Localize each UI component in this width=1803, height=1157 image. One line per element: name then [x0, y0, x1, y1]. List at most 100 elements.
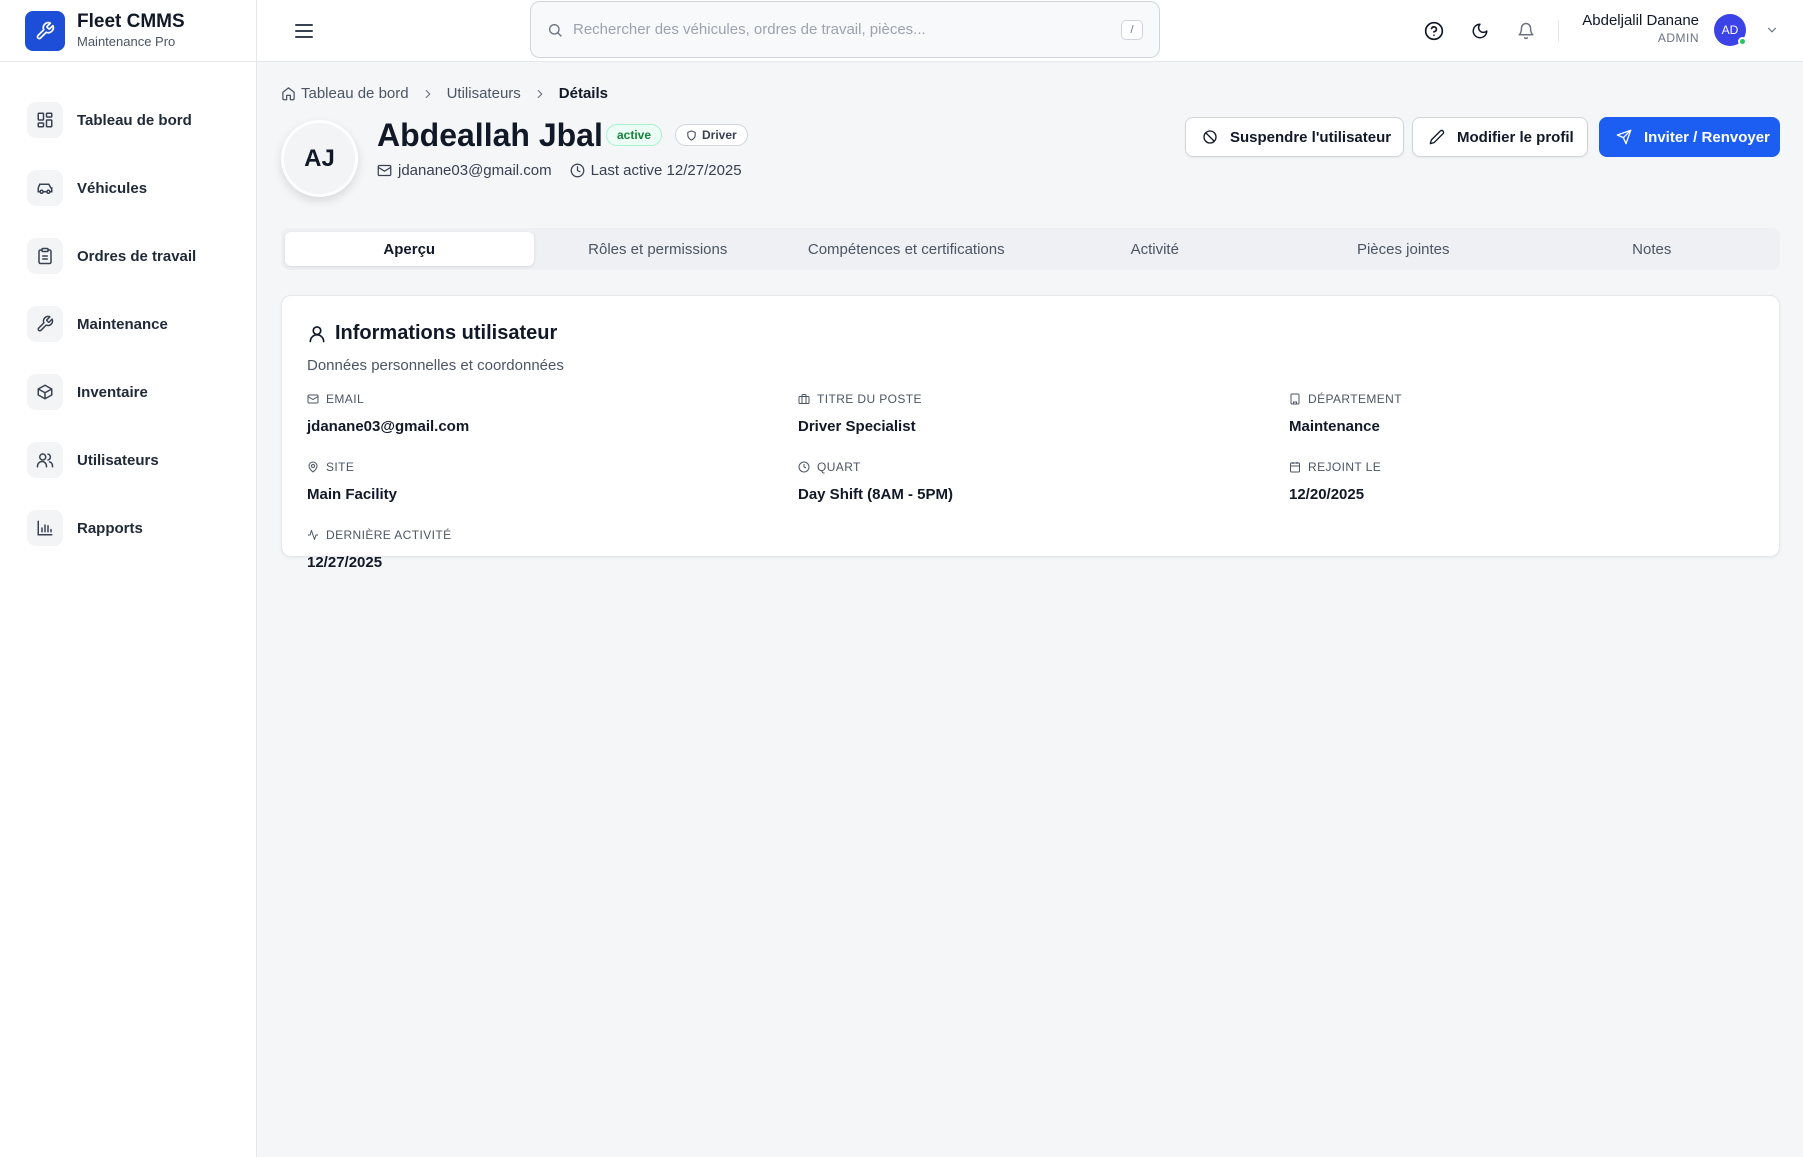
field-value: Main Facility	[307, 486, 398, 503]
profile-initials: AJ	[304, 144, 335, 172]
shield-icon	[686, 129, 697, 141]
tab-overview[interactable]: Aperçu	[285, 232, 534, 266]
tab-activity[interactable]: Activité	[1031, 232, 1280, 266]
tab-skills-certifications[interactable]: Compétences et certifications	[782, 232, 1031, 266]
clock-icon	[798, 461, 810, 473]
role-badge-label: Driver	[702, 128, 737, 142]
wrench-logo-icon	[25, 10, 65, 51]
card-subtitle: Données personnelles et coordonnées	[307, 357, 564, 374]
tab-attachments[interactable]: Pièces jointes	[1279, 232, 1528, 266]
sidebar-item-label: Ordres de travail	[77, 247, 197, 265]
tab-roles-permissions[interactable]: Rôles et permissions	[534, 232, 783, 266]
user-menu[interactable]: Abdeljalil Danane ADMIN	[1582, 11, 1699, 47]
status-badge: active	[606, 124, 663, 146]
sidebar-item-vehicles[interactable]: Véhicules	[27, 164, 256, 212]
sidebar-item-maintenance[interactable]: Maintenance	[27, 300, 256, 348]
sidebar-item-inventory[interactable]: Inventaire	[27, 368, 256, 416]
pencil-icon	[1429, 129, 1445, 145]
activity-icon	[307, 529, 319, 541]
sidebar: Fleet CMMS Maintenance Pro Tableau de bo…	[0, 0, 257, 1157]
dark-mode-icon[interactable]	[1467, 18, 1493, 44]
sidebar-item-label: Tableau de bord	[77, 111, 192, 129]
search-input[interactable]	[573, 21, 1121, 38]
field-label: TITRE DU POSTE	[817, 392, 922, 406]
field-department: DÉPARTEMENT Maintenance	[1289, 391, 1402, 435]
sidebar-item-label: Maintenance	[77, 315, 168, 333]
page-title: Abdeallah Jbal	[377, 117, 603, 153]
field-shift: QUART Day Shift (8AM - 5PM)	[798, 459, 953, 503]
field-job-title: TITRE DU POSTE Driver Specialist	[798, 391, 922, 435]
clipboard-icon	[27, 238, 63, 274]
profile-email[interactable]: jdanane03@gmail.com	[398, 162, 552, 179]
sidebar-item-work-orders[interactable]: Ordres de travail	[27, 232, 256, 280]
bell-icon[interactable]	[1513, 18, 1539, 44]
breadcrumb-current: Détails	[558, 85, 608, 102]
breadcrumb-users[interactable]: Utilisateurs	[447, 85, 521, 102]
map-pin-icon	[307, 461, 319, 473]
field-value: Maintenance	[1289, 418, 1380, 435]
ban-icon	[1202, 129, 1218, 145]
chevron-down-icon[interactable]	[1765, 23, 1779, 37]
invite-resend-button[interactable]: Inviter / Renvoyer	[1599, 117, 1780, 157]
field-value: Driver Specialist	[798, 418, 916, 435]
field-site: SITE Main Facility	[307, 459, 397, 503]
chevron-right-icon	[533, 87, 547, 101]
suspend-user-label: Suspendre l'utilisateur	[1230, 128, 1392, 146]
tab-bar: Aperçu Rôles et permissions Compétences …	[281, 228, 1780, 270]
send-icon	[1616, 129, 1632, 145]
wrench-icon	[27, 306, 63, 342]
sidebar-item-dashboard[interactable]: Tableau de bord	[27, 96, 256, 144]
calendar-icon	[1289, 461, 1301, 473]
dashboard-icon	[27, 102, 63, 138]
user-avatar[interactable]: AD	[1714, 14, 1747, 46]
field-value: jdanane03@gmail.com	[307, 418, 470, 435]
field-label: DÉPARTEMENT	[1308, 392, 1402, 406]
mail-icon	[307, 393, 319, 405]
field-value: 12/20/2025	[1289, 486, 1365, 503]
edit-profile-label: Modifier le profil	[1457, 128, 1574, 146]
breadcrumb: Tableau de bord Utilisateurs Détails	[281, 85, 608, 102]
field-joined: REJOINT LE 12/20/2025	[1289, 459, 1381, 503]
building-icon	[1289, 393, 1301, 405]
field-label: EMAIL	[326, 392, 365, 406]
briefcase-icon	[798, 393, 810, 405]
sidebar-item-label: Rapports	[77, 519, 143, 537]
online-status-dot	[1738, 37, 1747, 46]
top-header: / Abdeljalil Danane ADMIN AD	[257, 0, 1803, 62]
card-title: Informations utilisateur	[307, 322, 557, 345]
suspend-user-button[interactable]: Suspendre l'utilisateur	[1185, 117, 1404, 157]
help-icon[interactable]	[1421, 18, 1447, 44]
sidebar-item-reports[interactable]: Rapports	[27, 504, 256, 552]
mail-icon	[377, 163, 392, 178]
last-active: Last active 12/27/2025	[590, 162, 742, 179]
chevron-right-icon	[421, 87, 435, 101]
profile-avatar: AJ	[281, 120, 358, 197]
card-title-label: Informations utilisateur	[335, 322, 558, 344]
field-label: DERNIÈRE ACTIVITÉ	[326, 528, 452, 542]
menu-icon[interactable]	[292, 19, 316, 43]
clock-icon	[570, 163, 585, 178]
bar-chart-icon	[27, 510, 63, 546]
user-icon	[307, 324, 327, 344]
tab-notes[interactable]: Notes	[1528, 232, 1777, 266]
sidebar-item-label: Utilisateurs	[77, 451, 159, 469]
edit-profile-button[interactable]: Modifier le profil	[1412, 117, 1588, 157]
brand[interactable]: Fleet CMMS Maintenance Pro	[0, 0, 256, 62]
role-badge: Driver	[675, 124, 748, 146]
package-icon	[27, 374, 63, 410]
search-bar: /	[530, 1, 1160, 58]
users-icon	[27, 442, 63, 478]
user-initials: AD	[1721, 23, 1739, 37]
home-icon	[281, 86, 296, 101]
field-label: QUART	[817, 460, 861, 474]
field-last-activity: DERNIÈRE ACTIVITÉ 12/27/2025	[307, 527, 452, 571]
user-info-card: Informations utilisateur Données personn…	[281, 295, 1780, 571]
sidebar-item-users[interactable]: Utilisateurs	[27, 436, 256, 484]
field-label: SITE	[326, 460, 355, 474]
user-role: ADMIN	[1657, 31, 1699, 45]
profile-meta: jdanane03@gmail.com Last active 12/27/20…	[377, 162, 760, 179]
sidebar-item-label: Véhicules	[77, 179, 148, 197]
invite-resend-label: Inviter / Renvoyer	[1644, 128, 1770, 146]
search-shortcut-key: /	[1121, 19, 1143, 40]
breadcrumb-dashboard[interactable]: Tableau de bord	[301, 85, 409, 102]
